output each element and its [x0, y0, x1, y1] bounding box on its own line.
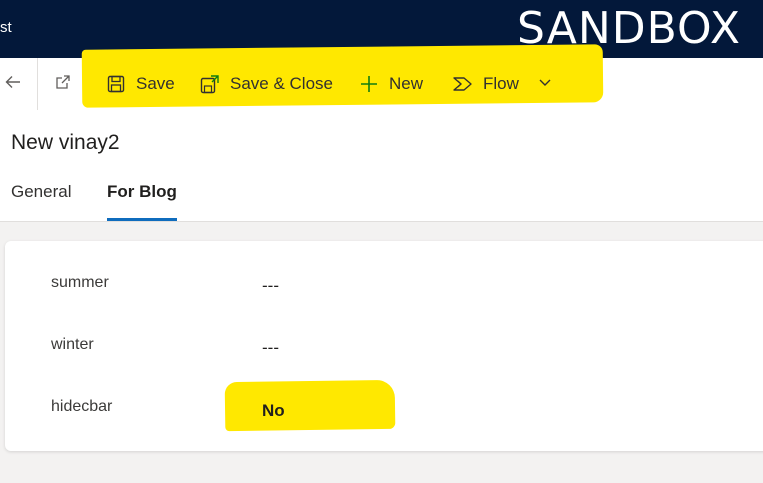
command-items: Save Save & Close New Flow [0, 58, 763, 110]
tab-general-label: General [11, 182, 72, 201]
save-and-close-label: Save & Close [230, 74, 333, 93]
field-label-summer: summer [51, 274, 109, 291]
flow-button[interactable]: Flow [452, 71, 519, 97]
new-label: New [389, 74, 424, 93]
active-tab-indicator [107, 218, 177, 221]
app-name-fragment: st [0, 19, 12, 36]
save-button[interactable]: Save [105, 71, 175, 97]
form-section-card: summer --- winter --- hidecbar No [5, 241, 763, 451]
form-header: New vinay2 General For Blog [0, 110, 763, 222]
save-and-close-button[interactable]: Save & Close [199, 71, 333, 97]
field-value-winter[interactable]: --- [262, 338, 279, 358]
flow-label: Flow [483, 74, 519, 93]
plus-icon [358, 73, 380, 95]
tab-for-blog[interactable]: For Blog [107, 182, 177, 221]
save-close-icon [199, 73, 221, 95]
field-value-summer[interactable]: --- [262, 276, 279, 296]
tab-general[interactable]: General [11, 182, 71, 220]
field-label-hidecbar: hidecbar [51, 398, 113, 415]
save-label: Save [136, 74, 175, 93]
flow-icon [452, 73, 474, 95]
save-icon [105, 73, 127, 95]
field-label-winter: winter [51, 336, 94, 353]
field-value-hidecbar[interactable]: No [262, 401, 285, 421]
value-highlight [224, 379, 396, 432]
page-title: New vinay2 [11, 131, 120, 154]
tab-for-blog-label: For Blog [107, 182, 177, 201]
chevron-down-icon [537, 74, 553, 95]
new-button[interactable]: New [358, 71, 423, 97]
flow-dropdown-button[interactable] [532, 71, 558, 97]
